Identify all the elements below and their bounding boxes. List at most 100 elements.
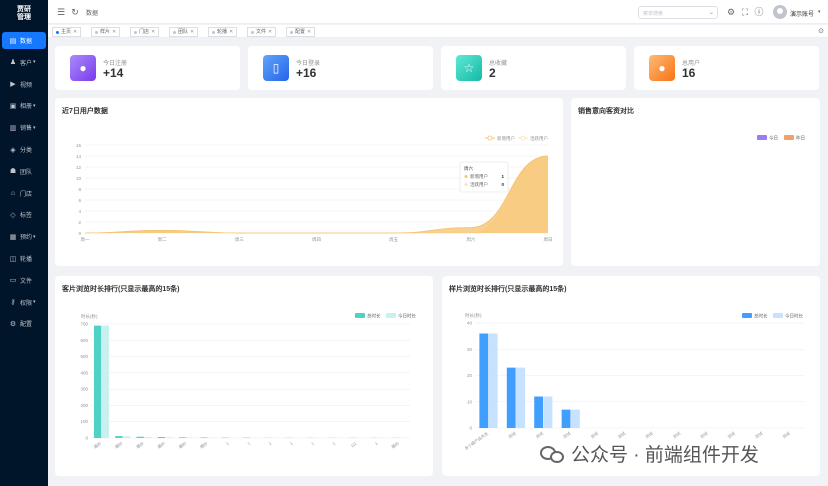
sidebar-item-label: 客户	[20, 60, 33, 67]
bar[interactable]	[122, 436, 131, 438]
avatar[interactable]	[773, 5, 787, 19]
tab[interactable]: 团队 ✕	[169, 27, 199, 37]
calendar-icon: ▦	[9, 233, 17, 241]
sidebar-item[interactable]: ◈ 分类	[2, 141, 46, 158]
sidebar-item[interactable]: ▶ 视频	[2, 76, 46, 93]
user-name[interactable]: 演示账号	[790, 9, 814, 18]
legend-label[interactable]: 今日	[769, 135, 778, 142]
chart-icon: ▤	[9, 37, 17, 45]
close-icon[interactable]: ✕	[229, 28, 233, 36]
tab[interactable]: 样片 ✕	[91, 27, 121, 37]
x-tick-label: 周二	[158, 237, 167, 243]
bar[interactable]	[144, 437, 152, 438]
image-icon: ▣	[9, 102, 17, 110]
chevron-down-icon: ▾	[33, 124, 36, 131]
file-icon: ▭	[9, 277, 17, 285]
legend-swatch[interactable]	[386, 313, 396, 318]
legend-swatch[interactable]	[355, 313, 365, 318]
tab[interactable]: 门店 ✕	[130, 27, 160, 37]
bar[interactable]	[179, 437, 187, 438]
bar[interactable]	[136, 436, 144, 438]
bar[interactable]	[93, 325, 102, 438]
sidebar-item[interactable]: ▥ 销售 ▾	[2, 119, 46, 136]
chevron-down-icon[interactable]: ▾	[818, 9, 821, 15]
legend-label[interactable]: 今日时长	[785, 313, 803, 320]
close-icon[interactable]: ✕	[112, 28, 116, 36]
sidebar-item[interactable]: ⚙ 配置	[2, 315, 46, 332]
bar[interactable]	[488, 333, 498, 429]
sidebar-item[interactable]: ◇ 标签	[2, 206, 46, 223]
close-icon[interactable]: ✕	[190, 28, 194, 36]
bar[interactable]	[516, 367, 525, 428]
sidebar-item[interactable]: ◫ 轮播	[2, 250, 46, 267]
legend-swatch[interactable]	[784, 135, 794, 140]
y-tick-label: 16	[76, 143, 82, 148]
settings-icon[interactable]: ⚙	[726, 7, 736, 17]
sidebar-item-label: 销售	[20, 126, 33, 133]
chevron-down-icon: ▾	[33, 59, 36, 66]
bar-chart-icon: ▥	[9, 124, 17, 132]
menu-search-input[interactable]: 菜单搜索 ⌄	[638, 6, 718, 19]
x-tick-label: 1	[374, 440, 379, 446]
tab[interactable]: 主页 ✕	[52, 27, 82, 37]
bar[interactable]	[165, 437, 173, 438]
bar[interactable]	[543, 396, 553, 429]
close-icon[interactable]: ✕	[73, 28, 77, 36]
bar[interactable]	[561, 409, 571, 428]
y-tick-label: 8	[78, 187, 81, 192]
tab[interactable]: 轮播 ✕	[208, 27, 238, 37]
app-logo[interactable]: 贾研 管理	[6, 6, 42, 26]
x-tick-label: 婚纱	[135, 440, 145, 450]
legend-label[interactable]: 昨日	[796, 135, 805, 142]
tooltip-marker	[464, 175, 468, 178]
legend-label[interactable]: 活跃用户	[530, 135, 548, 142]
legend-swatch[interactable]	[742, 313, 752, 318]
close-icon[interactable]: ✕	[268, 28, 272, 36]
chart-tooltip: 周六新增用户 1活跃用户 0	[459, 161, 509, 193]
close-icon[interactable]: ✕	[307, 28, 311, 36]
legend-marker[interactable]	[520, 135, 526, 141]
legend-label[interactable]: 总时长	[367, 313, 381, 320]
sidebar-item[interactable]: ▦ 预约 ▾	[2, 228, 46, 245]
sidebar-item[interactable]: ⚷ 权限 ▾	[2, 294, 46, 311]
breadcrumb: 数据	[86, 11, 99, 17]
sidebar-item[interactable]: ▤ 数据	[2, 32, 46, 49]
tab-dot-icon	[251, 30, 254, 34]
sidebar-item-label: 团队	[20, 169, 33, 176]
sidebar-item[interactable]: ☗ 团队	[2, 163, 46, 180]
chevron-down-icon: ▾	[33, 233, 36, 240]
user-icon: ●	[649, 55, 675, 81]
sidebar-item[interactable]: ▣ 相册 ▾	[2, 97, 46, 114]
tab[interactable]: 文件 ✕	[247, 27, 277, 37]
y-tick-label: 400	[80, 370, 88, 375]
legend-swatch[interactable]	[773, 313, 783, 318]
legend-label[interactable]: 新增用户	[497, 135, 515, 142]
bar[interactable]	[157, 437, 166, 438]
help-icon[interactable]: ⓘ	[754, 7, 764, 17]
tab[interactable]: 配置 ✕	[286, 27, 316, 37]
fullscreen-icon[interactable]: ⛶	[740, 7, 750, 17]
stat-value: 16	[682, 66, 696, 80]
bar[interactable]	[115, 436, 123, 438]
bar[interactable]	[534, 396, 544, 429]
legend-label[interactable]: 总时长	[754, 313, 768, 320]
bar[interactable]	[570, 409, 580, 428]
legend-label[interactable]: 今日时长	[398, 313, 416, 320]
sidebar-item[interactable]: ♟ 客户 ▾	[2, 54, 46, 71]
bar[interactable]	[479, 333, 489, 429]
tabs-menu-icon[interactable]: ⊙	[818, 27, 824, 35]
sidebar-item-label: 轮播	[20, 257, 33, 263]
tab-dot-icon	[212, 30, 215, 34]
legend-marker[interactable]	[487, 135, 493, 141]
bar[interactable]	[101, 325, 109, 438]
sidebar-item[interactable]: ⌂ 门店	[2, 185, 46, 202]
label-icon: ◇	[10, 211, 16, 219]
menu-fold-icon[interactable]: ☰	[56, 7, 66, 17]
refresh-icon[interactable]: ↻	[70, 7, 80, 17]
legend-swatch[interactable]	[757, 135, 767, 140]
x-tick-label: 周四	[312, 237, 321, 243]
bar[interactable]	[506, 367, 516, 428]
x-tick-label: 测试	[616, 430, 626, 440]
close-icon[interactable]: ✕	[151, 28, 155, 36]
sidebar-item[interactable]: ▭ 文件	[2, 272, 46, 289]
